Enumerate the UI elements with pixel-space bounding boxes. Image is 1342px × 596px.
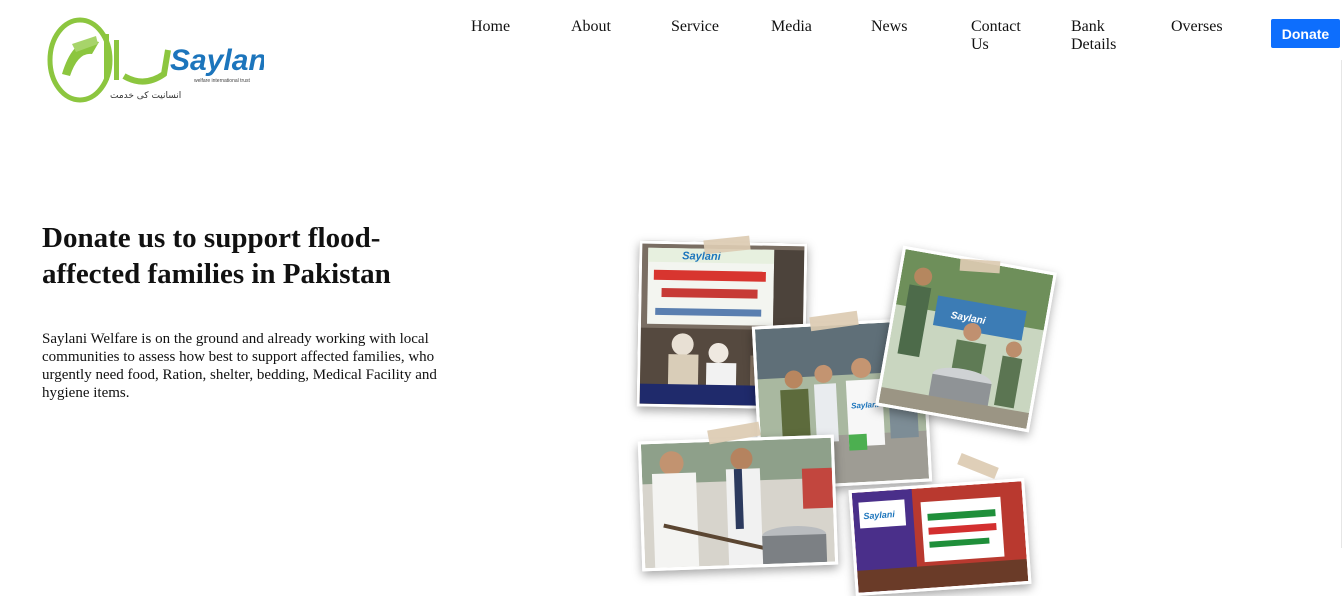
svg-text:welfare international trust: welfare international trust [194,78,250,84]
saylani-logo[interactable]: Saylani welfare international trust انسا… [44,14,276,106]
logo-graphic: Saylani welfare international trust انسا… [47,17,276,103]
hero-description: Saylani Welfare is on the ground and alr… [42,331,437,401]
svg-text:Saylani: Saylani [170,44,264,77]
nav-contact-us[interactable]: Contact Us [971,18,1031,54]
photo-tape [957,452,999,480]
nav-home[interactable]: Home [471,18,510,36]
nav-service[interactable]: Service [671,18,719,36]
hero-title: Donate us to support flood-affected fami… [42,222,391,290]
nav-media[interactable]: Media [771,18,812,36]
nav-overses[interactable]: Overses [1171,18,1223,36]
svg-text:انسانیت کی خدمت: انسانیت کی خدمت [110,91,181,101]
cooking-pot-photo: Saylani [875,245,1057,433]
nav-news[interactable]: News [871,18,907,36]
food-distribution-photo [637,434,839,572]
photo-collage: Saylani Saylani Saylani Saylani [630,230,1057,596]
nav-about[interactable]: About [571,18,611,36]
banner-display-photo: Saylani [848,477,1032,596]
nav-bank-details[interactable]: Bank Details [1071,18,1131,54]
donate-button[interactable]: Donate [1271,19,1340,48]
